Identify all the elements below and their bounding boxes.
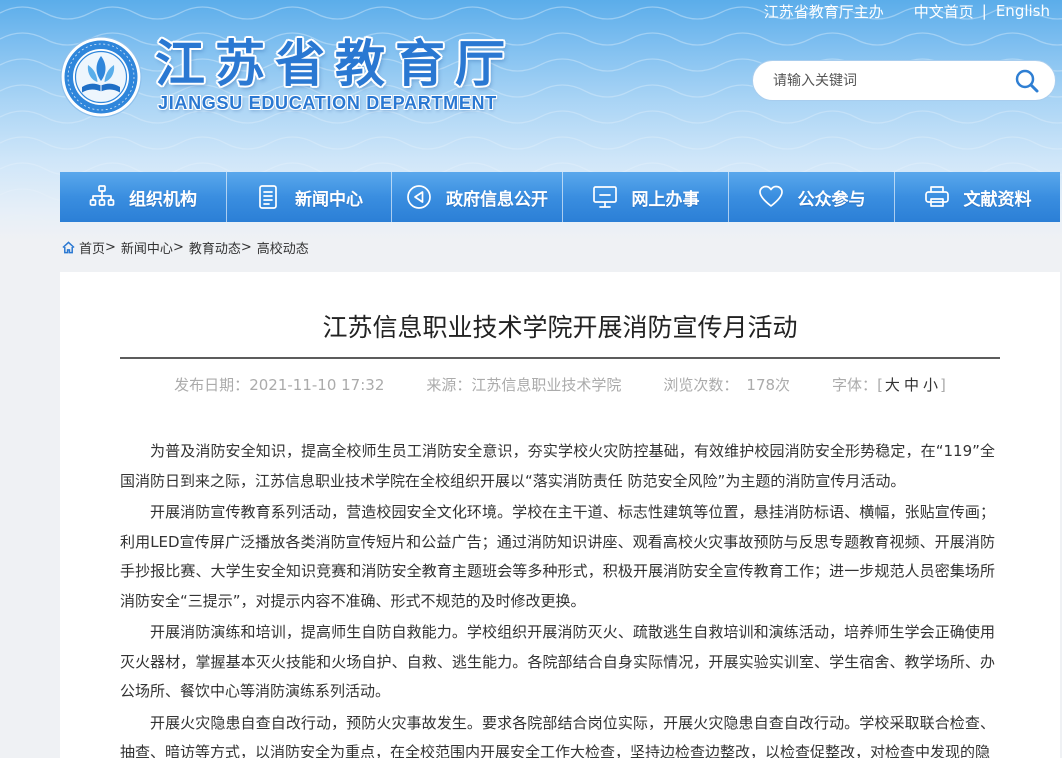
search-box: [752, 60, 1056, 101]
nav-item-online-services[interactable]: 网上办事: [562, 172, 728, 222]
article-paragraph: 为普及消防安全知识，提高全校师生员工消防安全意识，夯实学校火灾防控基础，有效维护…: [120, 442, 995, 490]
monitor-icon: [592, 184, 618, 210]
article-source: 来源：江苏信息职业技术学院: [426, 375, 621, 395]
org-chart-icon: [89, 184, 115, 210]
title-divider: [120, 357, 1000, 359]
english-link[interactable]: English: [996, 2, 1050, 20]
view-count-label: 浏览次数：: [663, 376, 739, 394]
nav-item-label: 公众参与: [797, 189, 866, 210]
breadcrumb-news-center[interactable]: 新闻中心: [121, 238, 173, 257]
nav-item-label: 文献资料: [963, 189, 1032, 210]
site-logo[interactable]: 江苏省教育厅 JIANGSU EDUCATION DEPARTMENT: [60, 36, 510, 118]
main-nav: 组织机构 新闻中心 政府信息公开 网上办事 公众参与 文献资料: [60, 172, 1060, 222]
nav-item-label: 政府信息公开: [446, 189, 548, 210]
search-icon: [1015, 69, 1039, 92]
sponsor-text: 江苏省教育厅主办: [763, 2, 884, 21]
article-body: 为普及消防安全知识，提高全校师生员工消防安全意识，夯实学校火灾防控基础，有效维护…: [120, 437, 995, 758]
site-title: 江苏省教育厅: [155, 35, 515, 93]
breadcrumb-separator: >: [172, 239, 184, 255]
font-size-label: 字体：: [832, 376, 878, 394]
view-count: 浏览次数： 178次: [663, 375, 790, 395]
font-size-switcher: 字体：[大中小]: [832, 375, 946, 395]
nav-item-documents[interactable]: 文献资料: [894, 172, 1060, 222]
font-bracket-open: [: [877, 376, 883, 394]
breadcrumb-university-news[interactable]: 高校动态: [257, 238, 309, 257]
breadcrumb-education-news[interactable]: 教育动态: [189, 238, 241, 257]
view-count-value: 178次: [746, 376, 791, 394]
font-size-medium[interactable]: 中: [904, 376, 919, 394]
publish-date-value: 2021-11-10 17:32: [249, 376, 385, 394]
home-icon: [62, 240, 75, 254]
logo-emblem: [60, 36, 142, 118]
nav-item-public-participation[interactable]: 公众参与: [728, 172, 894, 222]
publish-date-label: 发布日期：: [174, 376, 250, 394]
article-title: 江苏信息职业技术学院开展消防宣传月活动: [322, 313, 798, 342]
nav-item-info-disclosure[interactable]: 政府信息公开: [391, 172, 562, 222]
search-button[interactable]: [1013, 67, 1041, 95]
chinese-home-link[interactable]: 中文首页: [914, 1, 974, 22]
info-disclosure-icon: [406, 184, 432, 210]
breadcrumb-home[interactable]: 首页: [79, 238, 105, 257]
heart-icon: [758, 184, 784, 210]
topbar-divider: |: [981, 2, 987, 20]
breadcrumb-separator: >: [240, 239, 252, 255]
font-size-small[interactable]: 小: [923, 376, 938, 394]
archive-icon: [924, 184, 950, 210]
nav-item-label: 网上办事: [631, 189, 700, 210]
search-input[interactable]: [773, 72, 1013, 89]
font-size-large[interactable]: 大: [885, 376, 900, 394]
nav-item-label: 组织机构: [129, 189, 197, 210]
publish-date: 发布日期：2021-11-10 17:32: [174, 375, 384, 395]
nav-item-organization[interactable]: 组织机构: [60, 172, 226, 222]
source-label: 来源：: [426, 376, 472, 394]
article-paragraph: 开展消防宣传教育系列活动，营造校园安全文化环境。学校在主干道、标志性建筑等位置，…: [120, 503, 995, 610]
article-meta: 发布日期：2021-11-10 17:32 来源：江苏信息职业技术学院 浏览次数…: [60, 375, 1060, 395]
site-subtitle: JIANGSU EDUCATION DEPARTMENT: [158, 93, 497, 113]
top-utility-bar: 江苏省教育厅主办 中文首页 | English: [764, 0, 1050, 22]
article-card: 江苏信息职业技术学院开展消防宣传月活动 发布日期：2021-11-10 17:3…: [60, 272, 1060, 758]
breadcrumb: 首页 > 新闻中心 > 教育动态 > 高校动态: [62, 238, 309, 257]
font-bracket-close: ]: [939, 376, 946, 394]
nav-item-label: 新闻中心: [295, 189, 363, 210]
nav-item-news[interactable]: 新闻中心: [226, 172, 391, 222]
document-icon: [255, 184, 281, 210]
source-value: 江苏信息职业技术学院: [471, 376, 622, 394]
article-paragraph: 开展火灾隐患自查自改行动，预防火灾事故发生。要求各院部结合岗位实际，开展火灾隐患…: [120, 713, 995, 758]
breadcrumb-separator: >: [105, 239, 116, 255]
article-paragraph: 开展消防演练和培训，提高师生自防自救能力。学校组织开展消防灭火、疏散逃生自救培训…: [120, 623, 995, 700]
